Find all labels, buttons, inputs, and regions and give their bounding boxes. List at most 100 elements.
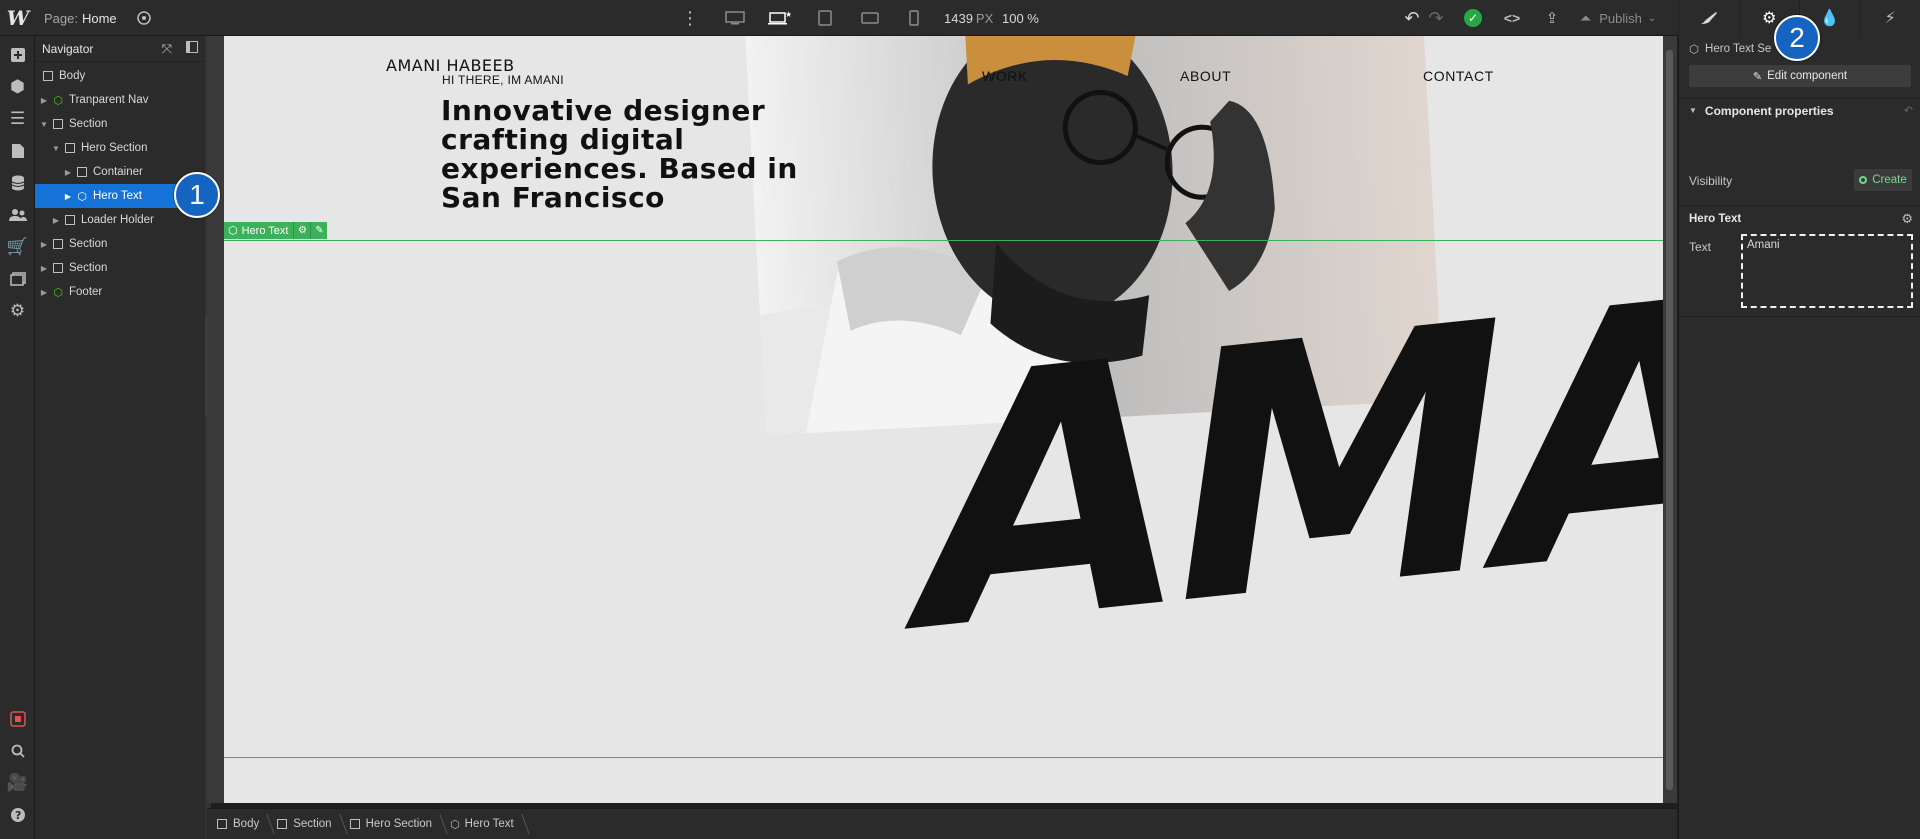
tree-item-label: Section bbox=[69, 118, 108, 130]
breadcrumb-hero-text[interactable]: ⬡ Hero Text bbox=[450, 809, 532, 839]
hero-text-property-header: Hero Text ⚙ bbox=[1679, 205, 1920, 231]
users-icon[interactable] bbox=[0, 200, 35, 230]
tree-item-label: Loader Holder bbox=[81, 214, 154, 226]
tree-item-label: Section bbox=[69, 238, 108, 250]
video-tutorials-icon[interactable]: 🎥 bbox=[0, 768, 35, 798]
page-selector[interactable]: Page: Home bbox=[44, 0, 117, 36]
tree-item-section[interactable]: ▼ Section bbox=[35, 112, 207, 136]
tree-item-footer[interactable]: ▶ ⬡ Footer bbox=[35, 280, 207, 304]
undo-icon[interactable]: ↶ bbox=[1400, 0, 1424, 36]
style-brush-icon[interactable] bbox=[1678, 0, 1739, 36]
caret-right-icon[interactable]: ▶ bbox=[39, 288, 49, 297]
more-options-icon[interactable]: ⋮ bbox=[681, 0, 699, 36]
text-property-field[interactable]: Amani bbox=[1741, 234, 1913, 308]
breadcrumb-section[interactable]: Section bbox=[277, 809, 349, 839]
site-nav-contact[interactable]: CONTACT bbox=[1423, 68, 1494, 84]
record-stop-icon[interactable] bbox=[0, 704, 35, 734]
caret-right-icon[interactable]: ▶ bbox=[39, 264, 49, 273]
component-icon: ⬡ bbox=[1689, 44, 1700, 56]
property-settings-gear-icon[interactable]: ⚙ bbox=[1901, 211, 1913, 227]
element-box-icon bbox=[217, 819, 227, 829]
caret-right-icon[interactable]: ▶ bbox=[39, 96, 49, 105]
caret-down-icon[interactable]: ▼ bbox=[39, 120, 49, 129]
publish-label: Publish bbox=[1599, 10, 1642, 26]
caret-down-icon[interactable]: ▼ bbox=[51, 144, 61, 153]
site-nav-about[interactable]: ABOUT bbox=[1180, 68, 1231, 84]
caret-right-icon[interactable]: ▶ bbox=[39, 240, 49, 249]
search-icon[interactable] bbox=[0, 736, 35, 766]
redo-icon[interactable]: ↷ bbox=[1424, 0, 1448, 36]
pages-icon[interactable] bbox=[0, 136, 35, 166]
component-properties-header[interactable]: ▼ Component properties ↶ bbox=[1679, 98, 1920, 122]
dock-panel-icon[interactable] bbox=[186, 41, 198, 53]
tree-item-body[interactable]: Body bbox=[35, 64, 207, 88]
webflow-logo[interactable]: W bbox=[4, 0, 32, 36]
breadcrumb-body[interactable]: Body bbox=[217, 809, 277, 839]
navigator-layers-icon[interactable]: ☰ bbox=[0, 104, 35, 134]
collapse-all-icon[interactable]: ⤧ bbox=[162, 41, 172, 57]
saved-status-icon[interactable]: ✓ bbox=[1462, 0, 1484, 36]
svg-text:?: ? bbox=[15, 809, 21, 822]
page-prefix: Page: bbox=[44, 10, 78, 26]
site-logo[interactable]: AMANI HABEEB bbox=[386, 58, 515, 74]
left-icon-rail: ⬢ ☰ 🛒 ⚙ 🎥 ? bbox=[0, 36, 35, 839]
tree-item-section-3[interactable]: ▶ Section bbox=[35, 256, 207, 280]
breadcrumb-label: Hero Section bbox=[365, 818, 433, 830]
caret-down-icon: ▼ bbox=[1689, 106, 1697, 115]
canvas-scrollbar[interactable] bbox=[1663, 36, 1677, 803]
edit-component-button[interactable]: ✎ Edit component bbox=[1689, 65, 1911, 87]
components-cube-icon[interactable]: ⬢ bbox=[0, 72, 35, 102]
caret-right-icon[interactable]: ▶ bbox=[51, 216, 61, 225]
edit-component-label: Edit component bbox=[1767, 70, 1848, 82]
tree-item-section-2[interactable]: ▶ Section bbox=[35, 232, 207, 256]
cms-database-icon[interactable] bbox=[0, 168, 35, 198]
element-box-icon bbox=[53, 119, 63, 129]
caret-right-icon[interactable]: ▶ bbox=[63, 192, 73, 201]
code-export-icon[interactable]: <> bbox=[1500, 0, 1524, 36]
breadcrumb-label: Hero Text bbox=[464, 818, 514, 830]
breadcrumb-label: Body bbox=[233, 818, 260, 830]
panel-element-crumb: ⬡ Hero Text Se bbox=[1689, 42, 1771, 56]
visibility-create-button[interactable]: Create bbox=[1854, 169, 1912, 191]
callout-marker-2: 2 bbox=[1774, 15, 1820, 61]
selected-element-label: ⬡ Hero Text bbox=[224, 222, 293, 239]
element-box-icon bbox=[277, 819, 288, 829]
tree-item-label: Tranparent Nav bbox=[69, 94, 149, 106]
publish-button[interactable]: ⏶ Publish ⌄ bbox=[1580, 0, 1670, 36]
reset-icon[interactable]: ↶ bbox=[1904, 104, 1913, 117]
mobile-landscape-breakpoint-icon[interactable] bbox=[855, 0, 885, 36]
top-toolbar: W Page: Home ⋮ ★ 1439 PX 100 % ↶ ↷ ✓ <> … bbox=[0, 0, 1920, 36]
desktop-breakpoint-icon[interactable]: ★ bbox=[764, 0, 794, 36]
preview-eye-icon[interactable] bbox=[134, 0, 154, 36]
element-box-icon bbox=[43, 71, 53, 81]
hero-greeting: HI THERE, IM AMANI bbox=[442, 73, 564, 87]
rocket-icon: ⏶ bbox=[1580, 9, 1592, 26]
callout-marker-1: 1 bbox=[174, 172, 220, 218]
site-settings-gear-icon[interactable]: ⚙ bbox=[0, 296, 35, 326]
zoom-readout: 100 % bbox=[1002, 10, 1039, 26]
lightning-icon[interactable]: ⚡ bbox=[1859, 0, 1920, 36]
mobile-portrait-breakpoint-icon[interactable] bbox=[899, 0, 929, 36]
tree-item-hero-section[interactable]: ▼ Hero Section bbox=[35, 136, 207, 160]
share-icon[interactable]: ⇪ bbox=[1540, 0, 1564, 36]
panel-element-name: Hero Text Se bbox=[1705, 43, 1772, 55]
caret-right-icon[interactable]: ▶ bbox=[63, 168, 73, 177]
help-question-icon[interactable]: ? bbox=[0, 800, 35, 830]
site-nav-work[interactable]: WORK bbox=[982, 68, 1028, 84]
assets-images-icon[interactable] bbox=[0, 264, 35, 294]
selected-element-badge[interactable]: ⬡ Hero Text ⚙ ✎ bbox=[224, 222, 328, 239]
chevron-down-icon: ⌄ bbox=[1647, 12, 1657, 24]
ecommerce-cart-icon[interactable]: 🛒 bbox=[0, 232, 35, 262]
breadcrumb: Body Section Hero Section ⬡ Hero Text bbox=[207, 808, 1677, 839]
desktop-large-breakpoint-icon[interactable] bbox=[720, 0, 750, 36]
element-settings-gear-icon[interactable]: ⚙ bbox=[293, 222, 310, 239]
text-property-label: Text bbox=[1689, 240, 1712, 254]
designer-canvas[interactable]: AMANI HABEEB HI THERE, IM AMANI Innovati… bbox=[224, 36, 1663, 803]
add-plus-icon[interactable] bbox=[0, 40, 35, 70]
breadcrumb-hero-section[interactable]: Hero Section bbox=[349, 809, 450, 839]
edit-pencil-icon[interactable]: ✎ bbox=[310, 222, 327, 239]
visibility-label: Visibility bbox=[1689, 174, 1733, 188]
tablet-breakpoint-icon[interactable] bbox=[810, 0, 840, 36]
tree-item-transparent-nav[interactable]: ▶ ⬡ Tranparent Nav bbox=[35, 88, 207, 112]
settings-panel: ⬡ Hero Text Se ✎ Edit component ▼ Compon… bbox=[1678, 36, 1920, 839]
